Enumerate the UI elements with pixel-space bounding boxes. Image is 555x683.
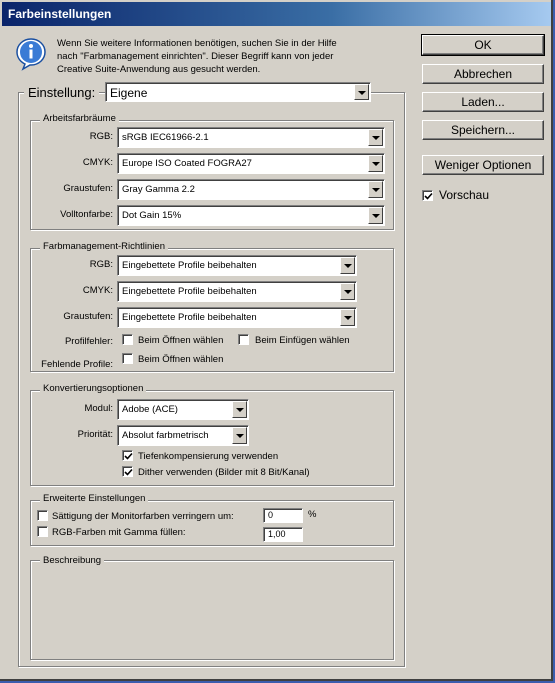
advanced-title: Erweiterte Einstellungen: [40, 493, 149, 504]
blend-gamma-label: RGB-Farben mit Gamma füllen:: [52, 527, 186, 538]
desaturate-input[interactable]: 0: [263, 508, 303, 523]
rgb-workspace-dropdown[interactable]: sRGB IEC61966-2.1: [117, 127, 385, 148]
missing-open-label: Beim Öffnen wählen: [138, 354, 224, 365]
setting-dropdown[interactable]: Eigene: [105, 82, 371, 102]
description-group: [30, 560, 394, 660]
save-button[interactable]: Speichern...: [422, 120, 544, 140]
chevron-down-icon[interactable]: [368, 129, 383, 146]
cmyk-policy-label: CMYK:: [82, 285, 113, 296]
preview-checkbox[interactable]: [422, 190, 433, 201]
description-title: Beschreibung: [40, 555, 105, 566]
rgb-policy-label: RGB:: [89, 259, 113, 270]
info-icon: [15, 37, 47, 71]
cmyk-workspace-dropdown[interactable]: Europe ISO Coated FOGRA27: [117, 153, 385, 174]
chevron-down-icon[interactable]: [368, 181, 383, 198]
spot-workspace-dropdown[interactable]: Dot Gain 15%: [117, 205, 385, 226]
chevron-down-icon[interactable]: [340, 283, 355, 300]
dither-label: Dither verwenden (Bilder mit 8 Bit/Kanal…: [138, 467, 310, 478]
checkmark-icon: [124, 468, 133, 476]
gray-workspace-dropdown[interactable]: Gray Gamma 2.2: [117, 179, 385, 200]
chevron-down-icon[interactable]: [340, 257, 355, 274]
missing-open-checkbox[interactable]: [122, 353, 133, 364]
gray-policy-dropdown[interactable]: Eingebettete Profile beibehalten: [117, 307, 357, 328]
engine-label: Modul:: [84, 403, 113, 414]
ok-button[interactable]: OK: [421, 34, 545, 56]
desaturate-label: Sättigung der Monitorfarben verringern u…: [52, 511, 234, 522]
mismatch-paste-checkbox[interactable]: [238, 334, 249, 345]
workspaces-title: Arbeitsfarbräume: [40, 113, 119, 124]
fewer-options-button[interactable]: Weniger Optionen: [422, 155, 544, 175]
percent-unit: %: [308, 509, 317, 520]
chevron-down-icon[interactable]: [354, 84, 369, 100]
checkmark-icon: [424, 192, 433, 200]
chevron-down-icon[interactable]: [368, 207, 383, 224]
blend-gamma-checkbox[interactable]: [37, 526, 48, 537]
profile-mismatch-label: Profilfehler:: [64, 336, 113, 347]
intent-dropdown[interactable]: Absolut farbmetrisch: [117, 425, 249, 446]
intent-label: Priorität:: [77, 429, 113, 440]
chevron-down-icon[interactable]: [368, 155, 383, 172]
conversion-title: Konvertierungsoptionen: [40, 383, 147, 394]
blend-gamma-input[interactable]: 1,00: [263, 527, 303, 542]
checkmark-icon: [124, 452, 133, 460]
load-button[interactable]: Laden...: [422, 92, 544, 112]
title-bar[interactable]: Farbeinstellungen: [2, 2, 551, 26]
engine-dropdown[interactable]: Adobe (ACE): [117, 399, 249, 420]
mismatch-open-label: Beim Öffnen wählen: [138, 335, 224, 346]
rgb-policy-dropdown[interactable]: Eingebettete Profile beibehalten: [117, 255, 357, 276]
rgb-workspace-label: RGB:: [89, 131, 113, 142]
info-message: Wenn Sie weitere Informationen benötigen…: [57, 38, 337, 75]
cancel-button[interactable]: Abbrechen: [422, 64, 544, 84]
mismatch-paste-label: Beim Einfügen wählen: [255, 335, 350, 346]
desaturate-checkbox[interactable]: [37, 510, 48, 521]
cmyk-workspace-label: CMYK:: [82, 157, 113, 168]
advanced-group: [30, 500, 394, 546]
preview-label: Vorschau: [439, 188, 490, 202]
setting-label: Einstellung:: [24, 85, 100, 100]
black-point-compensation-checkbox[interactable]: [122, 450, 133, 461]
mismatch-open-checkbox[interactable]: [122, 334, 133, 345]
window-title: Farbeinstellungen: [8, 7, 112, 21]
chevron-down-icon[interactable]: [232, 427, 247, 444]
spot-workspace-label: Volltonfarbe:: [60, 209, 113, 220]
cmyk-policy-dropdown[interactable]: Eingebettete Profile beibehalten: [117, 281, 357, 302]
chevron-down-icon[interactable]: [340, 309, 355, 326]
gray-policy-label: Graustufen:: [63, 311, 113, 322]
gray-workspace-label: Graustufen:: [63, 183, 113, 194]
chevron-down-icon[interactable]: [232, 401, 247, 418]
dither-checkbox[interactable]: [122, 466, 133, 477]
policies-title: Farbmanagement-Richtlinien: [40, 241, 168, 252]
black-point-compensation-label: Tiefenkompensierung verwenden: [138, 451, 279, 462]
missing-profiles-label: Fehlende Profile:: [41, 359, 113, 370]
color-settings-dialog: Farbeinstellungen Wenn Sie weitere Infor…: [0, 0, 553, 681]
